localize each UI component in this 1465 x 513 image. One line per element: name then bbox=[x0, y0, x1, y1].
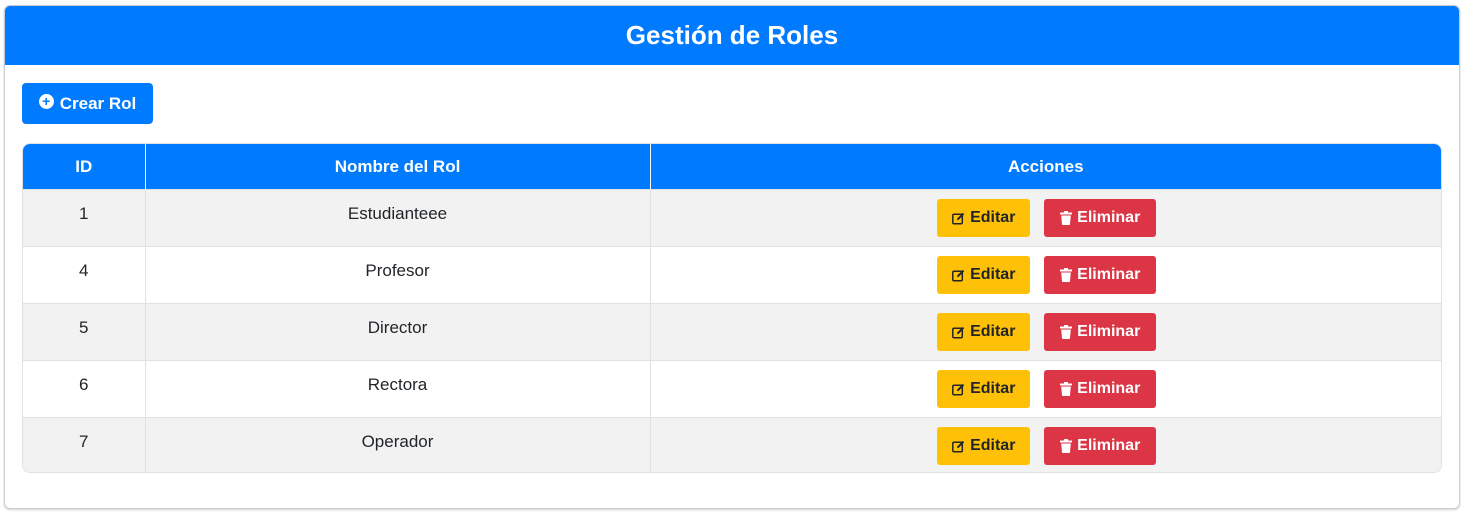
table-row: 5 Director Editar Eliminar bbox=[23, 303, 1441, 361]
actions-cell: Editar Eliminar bbox=[650, 303, 1441, 361]
actions-cell: Editar Eliminar bbox=[650, 246, 1441, 304]
column-header-actions: Acciones bbox=[650, 144, 1441, 190]
edit-label: Editar bbox=[970, 437, 1016, 454]
role-name-cell: Operador bbox=[145, 417, 651, 472]
edit-icon bbox=[952, 440, 965, 453]
edit-button[interactable]: Editar bbox=[937, 256, 1031, 294]
role-id-cell: 6 bbox=[23, 360, 146, 418]
actions-cell: Editar Eliminar bbox=[650, 360, 1441, 418]
delete-label: Eliminar bbox=[1077, 437, 1141, 454]
role-name-cell: Director bbox=[145, 303, 651, 361]
role-name: Rectora bbox=[367, 375, 428, 394]
edit-label: Editar bbox=[970, 209, 1016, 226]
delete-button[interactable]: Eliminar bbox=[1044, 256, 1157, 294]
edit-icon bbox=[952, 212, 965, 225]
page-title: Gestión de Roles bbox=[5, 6, 1459, 65]
trash-icon bbox=[1060, 382, 1073, 396]
role-name: Profesor bbox=[365, 261, 430, 280]
role-id: 4 bbox=[79, 261, 89, 280]
create-role-label: Crear Rol bbox=[59, 93, 137, 113]
delete-label: Eliminar bbox=[1077, 380, 1141, 397]
edit-button[interactable]: Editar bbox=[937, 370, 1031, 408]
plus-circle-icon: + bbox=[38, 94, 54, 109]
roles-card: Gestión de Roles + Crear Rol ID Nombre d… bbox=[4, 5, 1460, 509]
edit-button[interactable]: Editar bbox=[937, 427, 1031, 465]
edit-label: Editar bbox=[970, 266, 1016, 283]
trash-icon bbox=[1060, 211, 1073, 225]
column-header-name: Nombre del Rol bbox=[145, 144, 651, 190]
delete-label: Eliminar bbox=[1077, 266, 1141, 283]
delete-button[interactable]: Eliminar bbox=[1044, 199, 1157, 237]
column-header-id: ID bbox=[23, 144, 146, 190]
delete-label: Eliminar bbox=[1077, 323, 1141, 340]
role-id: 1 bbox=[79, 204, 89, 223]
delete-button[interactable]: Eliminar bbox=[1044, 313, 1157, 351]
delete-button[interactable]: Eliminar bbox=[1044, 427, 1157, 465]
table-row: 7 Operador Editar Eliminar bbox=[23, 417, 1441, 472]
role-id: 5 bbox=[79, 318, 89, 337]
role-id-cell: 7 bbox=[23, 417, 146, 472]
role-id-cell: 5 bbox=[23, 303, 146, 361]
role-name-cell: Estudianteee bbox=[145, 189, 651, 247]
role-id: 7 bbox=[79, 432, 89, 451]
actions-cell: Editar Eliminar bbox=[650, 189, 1441, 247]
edit-button[interactable]: Editar bbox=[937, 313, 1031, 351]
edit-button[interactable]: Editar bbox=[937, 199, 1031, 237]
delete-label: Eliminar bbox=[1077, 209, 1141, 226]
role-name-cell: Profesor bbox=[145, 246, 651, 304]
trash-icon bbox=[1060, 268, 1073, 282]
role-id-cell: 4 bbox=[23, 246, 146, 304]
edit-icon bbox=[952, 383, 965, 396]
edit-icon bbox=[952, 326, 965, 339]
roles-table: ID Nombre del Rol Acciones 1 Estudiantee… bbox=[22, 143, 1442, 473]
role-name: Director bbox=[367, 318, 428, 337]
edit-label: Editar bbox=[970, 323, 1016, 340]
table-row: 1 Estudianteee Editar Eliminar bbox=[23, 189, 1441, 247]
create-role-button[interactable]: + Crear Rol bbox=[22, 83, 153, 124]
edit-icon bbox=[952, 269, 965, 282]
table-header-row: ID Nombre del Rol Acciones bbox=[23, 144, 1441, 190]
role-name: Operador bbox=[361, 432, 434, 451]
role-id: 6 bbox=[79, 375, 89, 394]
table-row: 4 Profesor Editar Eliminar bbox=[23, 246, 1441, 304]
role-name: Estudianteee bbox=[347, 204, 448, 223]
edit-label: Editar bbox=[970, 380, 1016, 397]
role-id-cell: 1 bbox=[23, 189, 146, 247]
delete-button[interactable]: Eliminar bbox=[1044, 370, 1157, 408]
role-name-cell: Rectora bbox=[145, 360, 651, 418]
trash-icon bbox=[1060, 439, 1073, 453]
table-row: 6 Rectora Editar Eliminar bbox=[23, 360, 1441, 418]
trash-icon bbox=[1060, 325, 1073, 339]
actions-cell: Editar Eliminar bbox=[650, 417, 1441, 472]
